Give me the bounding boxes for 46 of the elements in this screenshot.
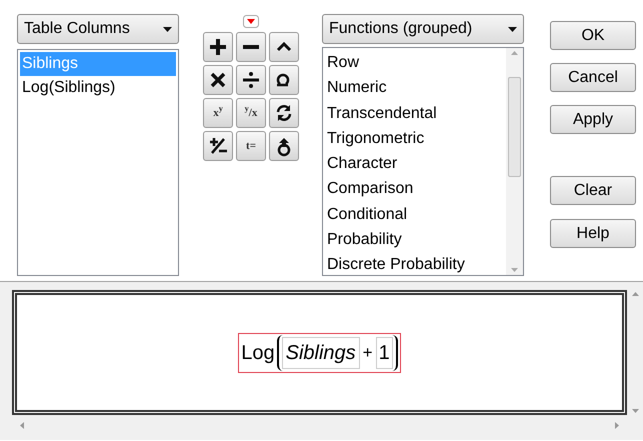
formula-editor[interactable]: Log Siblings + 1: [12, 290, 627, 415]
keypad-button[interactable]: [236, 65, 266, 95]
constant-term[interactable]: 1: [376, 336, 393, 368]
function-group-item[interactable]: Row: [327, 50, 506, 76]
keypad-button[interactable]: $^{y}$/x: [236, 98, 266, 128]
keypad-button[interactable]: t=: [236, 131, 266, 161]
keypad-button[interactable]: [269, 98, 299, 128]
dialog-button[interactable]: OK: [550, 21, 636, 50]
keypad-button[interactable]: [269, 32, 299, 62]
keypad-button[interactable]: x$^{y}$: [203, 98, 233, 128]
table-columns-dropdown[interactable]: Table Columns: [17, 14, 179, 44]
scroll-left-arrow-icon[interactable]: [20, 422, 24, 428]
column-item[interactable]: Log(Siblings): [20, 76, 176, 100]
keypad-button[interactable]: [236, 32, 266, 62]
dialog-button[interactable]: Cancel: [550, 63, 636, 92]
dialog-button[interactable]: Apply: [550, 105, 636, 134]
functions-dropdown[interactable]: Functions (grouped): [322, 14, 524, 44]
variable-term[interactable]: Siblings: [282, 336, 360, 368]
dialog-button[interactable]: Clear: [550, 176, 636, 205]
dropdown-label: Functions (grouped): [329, 19, 472, 39]
function-group-item[interactable]: Conditional: [327, 202, 506, 228]
function-group-item[interactable]: Comparison: [327, 176, 506, 202]
function-group-item[interactable]: Probability: [327, 227, 506, 252]
formula-box[interactable]: Log Siblings + 1: [238, 332, 401, 372]
keypad-button[interactable]: [203, 32, 233, 62]
keypad-button[interactable]: [203, 131, 233, 161]
function-group-item[interactable]: Numeric: [327, 75, 506, 101]
dropdown-arrow-icon: [508, 26, 517, 32]
function-name: Log: [241, 340, 275, 366]
operator: +: [362, 342, 373, 364]
function-group-item[interactable]: Character: [327, 151, 506, 176]
keypad-button[interactable]: [269, 65, 299, 95]
scroll-down-arrow-icon[interactable]: [632, 409, 638, 413]
function-group-item[interactable]: Discrete Probability: [327, 252, 506, 278]
keypad-button[interactable]: [203, 65, 233, 95]
plus-icon: [207, 36, 229, 58]
divide-icon: [240, 69, 262, 91]
dropdown-arrow-icon: [163, 26, 172, 32]
keypad-button[interactable]: [269, 131, 299, 161]
function-group-item[interactable]: Transcendental: [327, 100, 506, 126]
dialog-button[interactable]: Help: [550, 219, 636, 248]
scroll-right-arrow-icon[interactable]: [615, 422, 619, 428]
minus-icon: [243, 45, 259, 49]
scroll-up-arrow-icon[interactable]: [632, 292, 638, 296]
function-group-item[interactable]: Trigonometric: [327, 126, 506, 152]
dropdown-label: Table Columns: [24, 19, 130, 39]
